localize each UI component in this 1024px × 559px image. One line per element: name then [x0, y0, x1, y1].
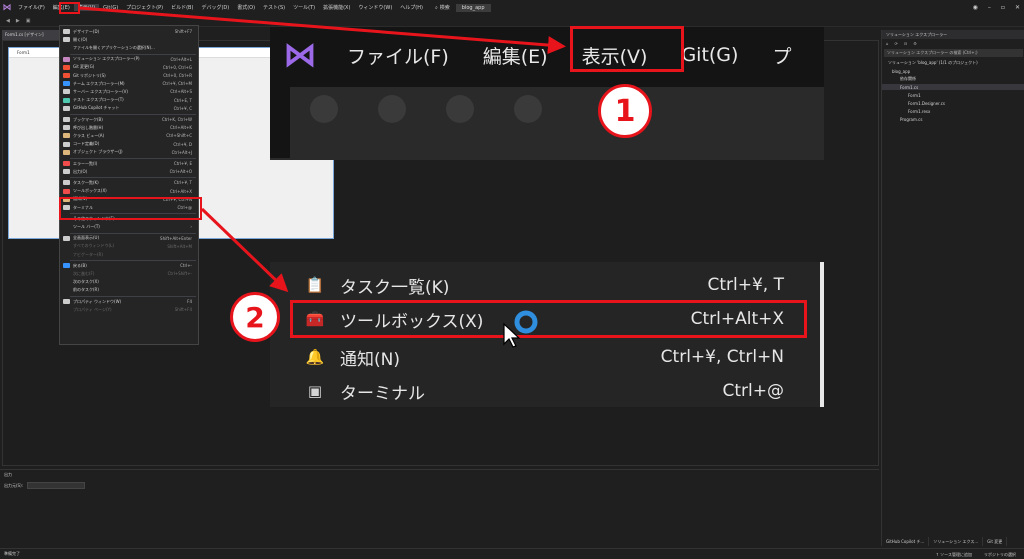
tree-node-label: blog_app: [892, 68, 911, 74]
tree-node-program[interactable]: Program.cs: [900, 116, 922, 122]
tree-node-solution[interactable]: ソリューション 'blog_app' (1/1 のプロジェクト): [888, 60, 978, 66]
output-panel: 出力 出力元(S):: [0, 469, 879, 546]
output-source-label: 出力元(S):: [4, 482, 24, 488]
visual-studio-window: ⋈ ファイル(F) 編集(E) 表示(V) Git(G) プロジェクト(P) ビ…: [0, 0, 1024, 559]
tree-node-form1[interactable]: Form1: [908, 92, 921, 98]
output-source-row: 出力元(S):: [4, 482, 86, 489]
tree-node-form1-cs[interactable]: Form1.cs: [882, 84, 1024, 90]
arrow-to-view-menu: [79, 6, 566, 55]
tree-node-dependencies[interactable]: 依存関係: [900, 76, 916, 82]
add-to-source-control[interactable]: ↑ ソース管理に追加: [936, 552, 972, 558]
tab-git-changes[interactable]: Git 変更: [983, 537, 1008, 546]
tree-node-form1-designer[interactable]: Form1.Designer.cs: [908, 100, 945, 106]
solution-explorer-title: ソリューション エクスプローラー: [882, 30, 1024, 39]
output-source-select[interactable]: [27, 482, 86, 489]
select-repository[interactable]: リポジトリの選択: [984, 552, 1016, 558]
sync-icon[interactable]: ⟳: [895, 41, 898, 46]
tree-node-project[interactable]: blog_app: [892, 68, 910, 74]
tab-solution-explorer[interactable]: ソリューション エクス...: [929, 537, 984, 546]
tree-node-label: Form1: [908, 92, 921, 98]
tree-node-label: Form1.resx: [908, 108, 931, 114]
tree-node-label: ソリューション 'blog_app' (1/1 のプロジェクト): [888, 60, 978, 65]
tree-node-form1-resx[interactable]: Form1.resx: [908, 108, 930, 114]
solution-search-input[interactable]: ソリューション エクスプローラー の検索 (Ctrl+;): [884, 49, 1023, 57]
tab-github-copilot[interactable]: GitHub Copilot チ...: [882, 537, 930, 546]
status-right: ↑ ソース管理に追加 リポジトリの選択: [936, 549, 1016, 559]
tree-node-label: Program.cs: [900, 116, 923, 122]
tree-node-label: Form1.Designer.cs: [908, 100, 945, 106]
output-title: 出力: [4, 472, 12, 477]
tree-node-label: 依存関係: [900, 76, 916, 81]
arrow-to-toolbox: [200, 207, 289, 293]
step-badge-one: 1: [598, 84, 652, 138]
status-bar: 準備完了 ↑ ソース管理に追加 リポジトリの選択: [0, 548, 1024, 559]
collapse-icon[interactable]: ⊟: [904, 41, 907, 46]
solution-explorer-toolbar: ⌂ ⟳ ⊟ ⚙: [882, 39, 1024, 48]
solution-panel-tabs: GitHub Copilot チ... ソリューション エクス... Git 変…: [882, 537, 1024, 546]
step-badge-two: 2: [230, 292, 280, 342]
status-ready: 準備完了: [4, 551, 20, 556]
tree-node-label: Form1.cs: [900, 84, 919, 90]
home-icon[interactable]: ⌂: [886, 41, 889, 46]
settings-icon[interactable]: ⚙: [913, 41, 917, 46]
solution-explorer: ソリューション エクスプローラー ⌂ ⟳ ⊟ ⚙ ソリューション エクスプローラ…: [881, 30, 1024, 546]
loading-spinner-icon: [514, 310, 538, 334]
